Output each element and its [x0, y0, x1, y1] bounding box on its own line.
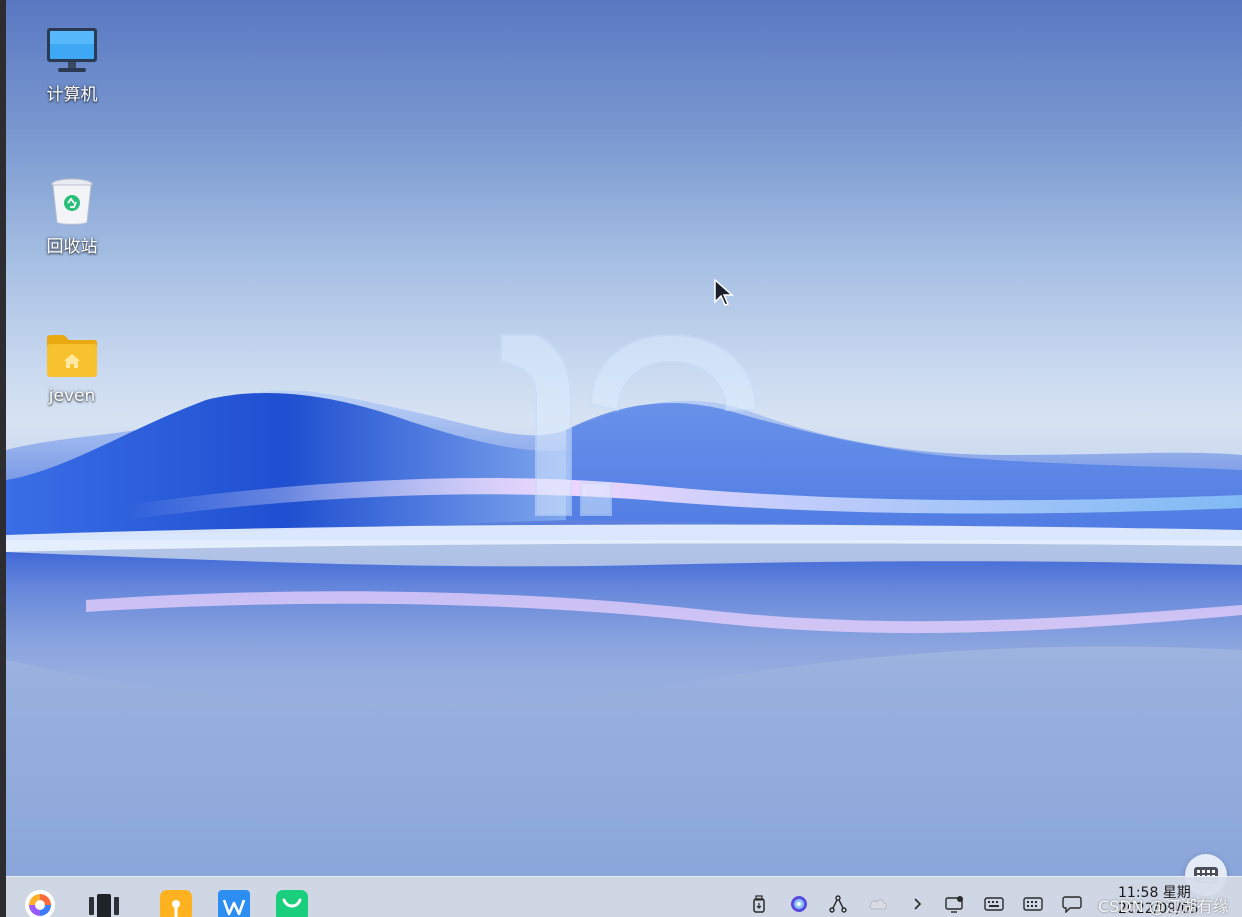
csdn-watermark: CSDN @江湖有缘 [1098, 897, 1229, 916]
desktop-area[interactable]: 计算机 回收站 jeven [6, 0, 1242, 876]
assistant-icon [791, 896, 807, 912]
tray-notification[interactable] [1061, 893, 1083, 915]
desktop-icon-label: 回收站 [46, 237, 98, 257]
desktop-icon-trash[interactable]: 回收站 [32, 176, 112, 257]
software-store-icon [276, 890, 308, 917]
cloud-icon [869, 899, 887, 910]
notification-icon [1062, 896, 1082, 913]
start-menu-button[interactable] [22, 887, 58, 917]
trash-icon [44, 176, 100, 228]
desktop-icon-label: jeven [48, 386, 96, 406]
multitask-view-icon [89, 894, 119, 917]
tray-expand-button[interactable] [906, 893, 928, 915]
usb-drive-icon [753, 895, 765, 913]
wps-office-icon [218, 890, 250, 917]
software-store-button[interactable] [274, 887, 310, 917]
start-menu-icon [25, 890, 55, 917]
tray-display-settings[interactable] [944, 893, 966, 915]
wallpaper [6, 333, 1242, 706]
expand-arrow-icon [914, 898, 922, 910]
computer-icon [44, 24, 100, 76]
input-method-icon [984, 897, 1004, 911]
desktop-icon-label: 计算机 [46, 85, 98, 105]
home-folder-icon [44, 330, 100, 382]
tray-keyboard[interactable] [1022, 893, 1044, 915]
file-manager-button[interactable] [158, 887, 194, 917]
wps-office-button[interactable] [216, 887, 252, 917]
tray-assistant[interactable] [788, 893, 810, 915]
desktop-icon-home-folder[interactable]: jeven [32, 330, 112, 406]
multitask-view-button[interactable] [86, 887, 122, 917]
tray-input-method[interactable] [983, 893, 1005, 915]
keyboard-icon [1023, 897, 1043, 911]
network-icon [829, 895, 847, 913]
tray-network[interactable] [827, 893, 849, 915]
taskbar: 11:58 星期 2022/09/05 [6, 876, 1242, 917]
tray-usb-drive[interactable] [748, 893, 770, 915]
display-settings-icon [945, 896, 963, 913]
mouse-cursor-icon [714, 278, 734, 306]
desktop-icon-computer[interactable]: 计算机 [32, 24, 112, 105]
tray-cloud[interactable] [867, 893, 889, 915]
file-manager-icon [160, 890, 192, 917]
